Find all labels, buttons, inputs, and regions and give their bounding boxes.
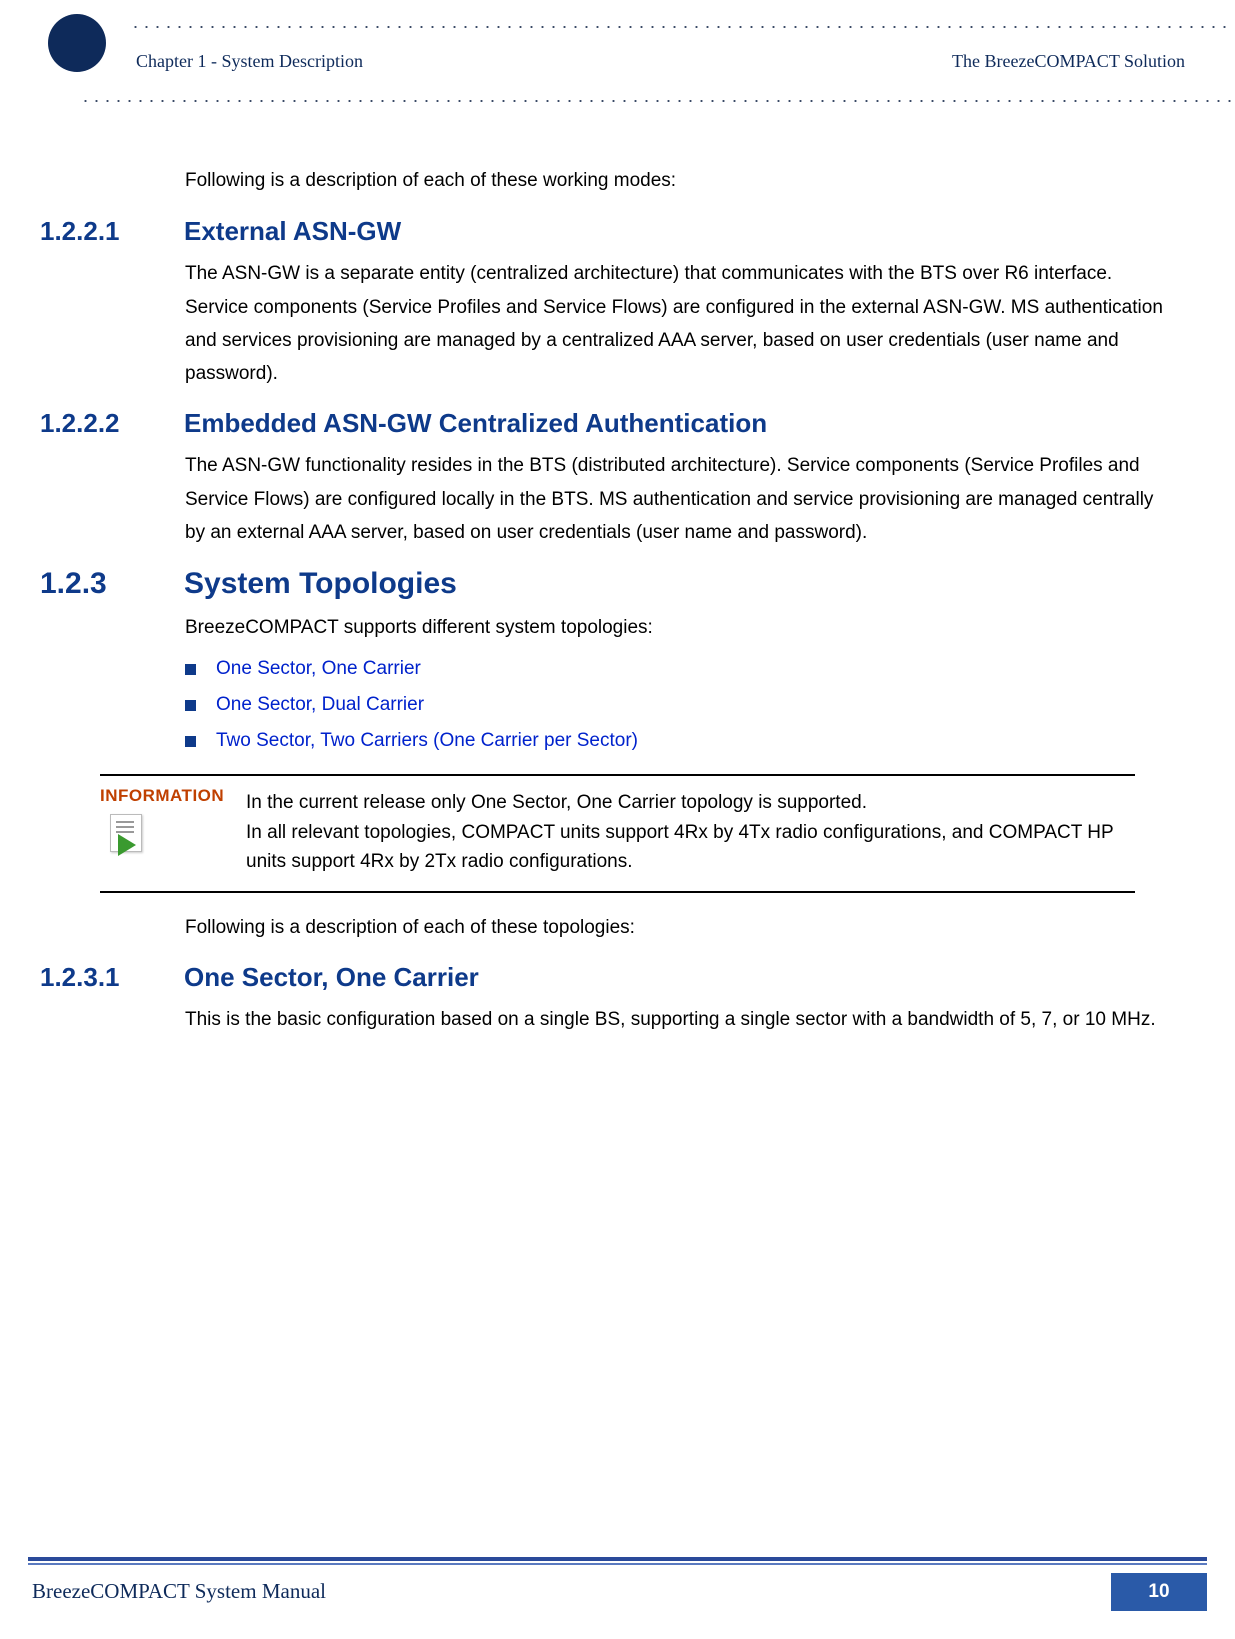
header-dots-bottom <box>80 100 1235 102</box>
topology-link[interactable]: Two Sector, Two Carriers (One Carrier pe… <box>216 730 638 752</box>
topology-link[interactable]: One Sector, One Carrier <box>216 658 421 680</box>
page-number: 10 <box>1111 1573 1207 1611</box>
footer-row: BreezeCOMPACT System Manual 10 <box>0 1573 1235 1611</box>
section-number: 1.2.3.1 <box>40 962 160 993</box>
section-1-2-3-1-body: This is the basic configuration based on… <box>185 1003 1165 1036</box>
topology-link[interactable]: One Sector, Dual Carrier <box>216 694 424 716</box>
list-item: One Sector, One Carrier <box>185 658 1175 680</box>
section-1-2-2-1-body: The ASN-GW is a separate entity (central… <box>185 257 1165 390</box>
square-bullet-icon <box>185 664 196 675</box>
topology-list: One Sector, One Carrier One Sector, Dual… <box>185 658 1175 752</box>
page: Chapter 1 - System Description The Breez… <box>0 0 1235 1639</box>
chapter-label: Chapter 1 - System Description <box>136 51 363 72</box>
section-1-2-3-1-heading: 1.2.3.1 One Sector, One Carrier <box>40 962 1175 993</box>
list-item: One Sector, Dual Carrier <box>185 694 1175 716</box>
section-title: System Topologies <box>184 567 457 601</box>
page-header: Chapter 1 - System Description The Breez… <box>0 0 1235 102</box>
footer-bar <box>28 1557 1207 1561</box>
header-dots-top <box>130 26 1230 28</box>
intro-text: Following is a description of each of th… <box>185 166 1175 196</box>
section-1-2-2-2-heading: 1.2.2.2 Embedded ASN-GW Centralized Auth… <box>40 408 1175 439</box>
header-row: Chapter 1 - System Description The Breez… <box>40 32 1195 90</box>
information-text: In the current release only One Sector, … <box>246 786 1135 876</box>
info-left: INFORMATION <box>100 786 230 876</box>
information-box: INFORMATION In the current release only … <box>100 774 1135 892</box>
post-info-text: Following is a description of each of th… <box>185 911 1165 944</box>
footer-title: BreezeCOMPACT System Manual <box>0 1573 326 1611</box>
section-1-2-2-2-body: The ASN-GW functionality resides in the … <box>185 449 1165 549</box>
solution-label: The BreezeCOMPACT Solution <box>952 51 1185 72</box>
information-icon <box>106 814 148 856</box>
footer-bar-thin <box>28 1563 1207 1565</box>
section-number: 1.2.2.2 <box>40 408 160 439</box>
page-content: Following is a description of each of th… <box>0 106 1235 1036</box>
section-number: 1.2.2.1 <box>40 216 160 247</box>
section-number: 1.2.3 <box>40 567 160 601</box>
section-title: External ASN-GW <box>184 216 401 247</box>
list-item: Two Sector, Two Carriers (One Carrier pe… <box>185 730 1175 752</box>
header-circle-icon <box>48 14 106 72</box>
square-bullet-icon <box>185 700 196 711</box>
information-label: INFORMATION <box>100 786 230 806</box>
section-title: One Sector, One Carrier <box>184 962 479 993</box>
section-1-2-3-heading: 1.2.3 System Topologies <box>40 567 1175 601</box>
section-1-2-2-1-heading: 1.2.2.1 External ASN-GW <box>40 216 1175 247</box>
square-bullet-icon <box>185 736 196 747</box>
header-left: Chapter 1 - System Description <box>40 32 363 90</box>
info-line-2: In all relevant topologies, COMPACT unit… <box>246 818 1135 877</box>
page-footer: BreezeCOMPACT System Manual 10 <box>0 1557 1235 1611</box>
info-line-1: In the current release only One Sector, … <box>246 788 1135 817</box>
section-title: Embedded ASN-GW Centralized Authenticati… <box>184 408 767 439</box>
section-1-2-3-intro: BreezeCOMPACT supports different system … <box>185 611 1165 644</box>
